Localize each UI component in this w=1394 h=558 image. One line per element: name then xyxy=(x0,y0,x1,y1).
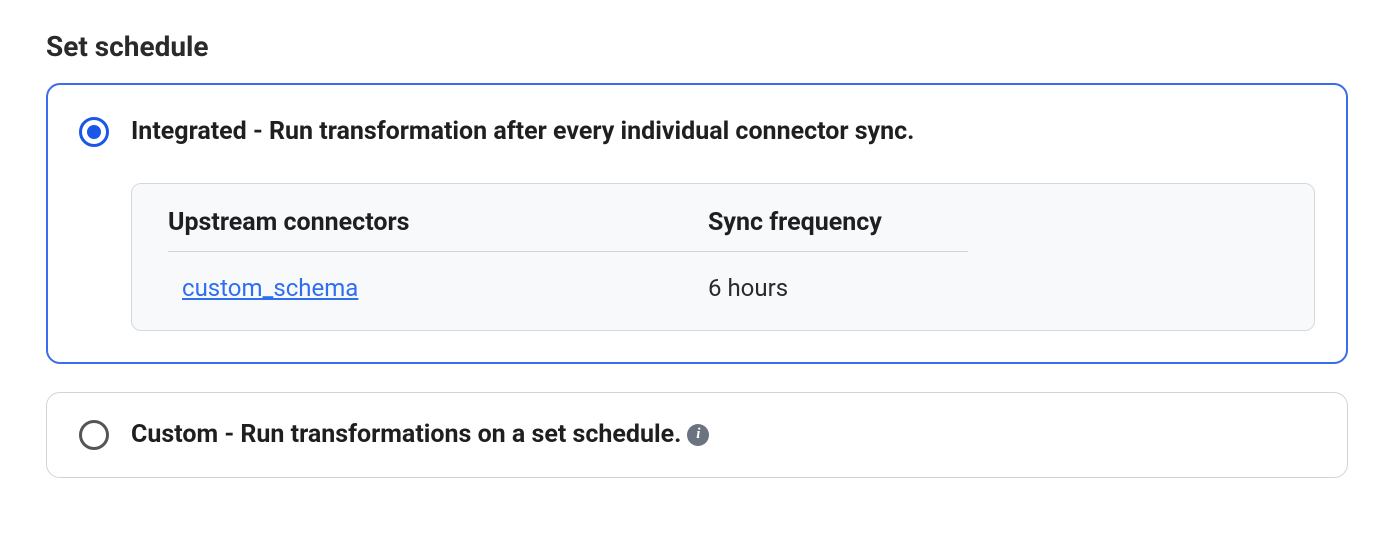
radio-custom[interactable] xyxy=(79,420,109,450)
table-row: custom_schema 6 hours xyxy=(168,252,968,302)
integrated-option-label: Integrated - Run transformation after ev… xyxy=(131,116,914,149)
schedule-option-custom[interactable]: Custom - Run transformations on a set sc… xyxy=(46,392,1348,479)
radio-dot-icon xyxy=(87,125,101,139)
column-header-upstream: Upstream connectors xyxy=(168,208,708,237)
section-title: Set schedule xyxy=(46,30,1348,63)
custom-option-header: Custom - Run transformations on a set sc… xyxy=(79,419,1315,452)
info-icon[interactable]: i xyxy=(687,424,709,446)
custom-option-text: Custom - Run transformations on a set sc… xyxy=(131,420,681,449)
upstream-connectors-table: Upstream connectors Sync frequency custo… xyxy=(131,183,1315,331)
column-header-frequency: Sync frequency xyxy=(708,208,968,237)
connector-frequency-cell: 6 hours xyxy=(708,274,968,302)
custom-option-label: Custom - Run transformations on a set sc… xyxy=(131,419,709,452)
connector-link[interactable]: custom_schema xyxy=(182,274,358,302)
radio-integrated[interactable] xyxy=(79,117,109,147)
table-header-row: Upstream connectors Sync frequency xyxy=(168,208,968,252)
integrated-option-header: Integrated - Run transformation after ev… xyxy=(79,116,1315,149)
schedule-option-integrated[interactable]: Integrated - Run transformation after ev… xyxy=(46,83,1348,364)
connector-name-cell: custom_schema xyxy=(168,274,708,302)
